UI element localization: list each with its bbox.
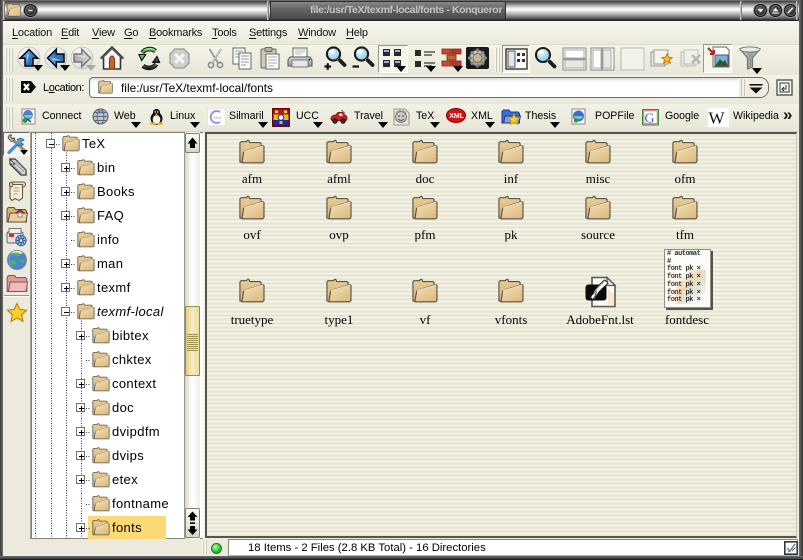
svg-text:XML: XML xyxy=(449,113,465,120)
svg-text:Silm: Silm xyxy=(213,115,221,120)
svg-text:G: G xyxy=(645,112,655,127)
svg-text:W: W xyxy=(709,109,726,128)
